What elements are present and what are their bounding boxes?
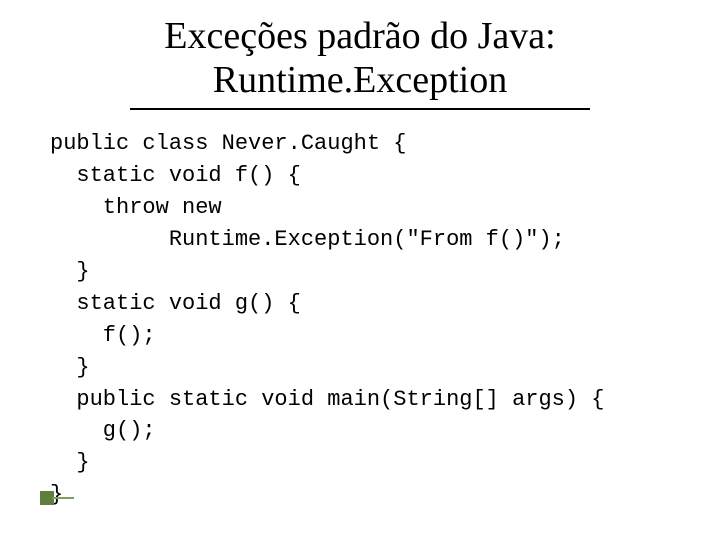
bullet-marker-icon bbox=[40, 491, 74, 505]
line-icon bbox=[52, 497, 74, 499]
code-line: g(); bbox=[50, 418, 156, 443]
code-line: throw new bbox=[50, 195, 222, 220]
code-line: } bbox=[50, 259, 90, 284]
title-line-2: Runtime.Exception bbox=[130, 59, 590, 103]
code-line: } bbox=[50, 450, 90, 475]
code-line: static void g() { bbox=[50, 291, 301, 316]
slide-container: Exceções padrão do Java: Runtime.Excepti… bbox=[0, 0, 720, 540]
code-line: public class Never.Caught { bbox=[50, 131, 406, 156]
code-line: f(); bbox=[50, 323, 156, 348]
code-line: public static void main(String[] args) { bbox=[50, 387, 605, 412]
code-block: public class Never.Caught { static void … bbox=[50, 128, 670, 511]
slide-title: Exceções padrão do Java: Runtime.Excepti… bbox=[130, 15, 590, 110]
code-line: static void f() { bbox=[50, 163, 301, 188]
title-line-1: Exceções padrão do Java: bbox=[130, 15, 590, 59]
code-line: Runtime.Exception("From f()"); bbox=[50, 227, 565, 252]
code-line: } bbox=[50, 355, 90, 380]
